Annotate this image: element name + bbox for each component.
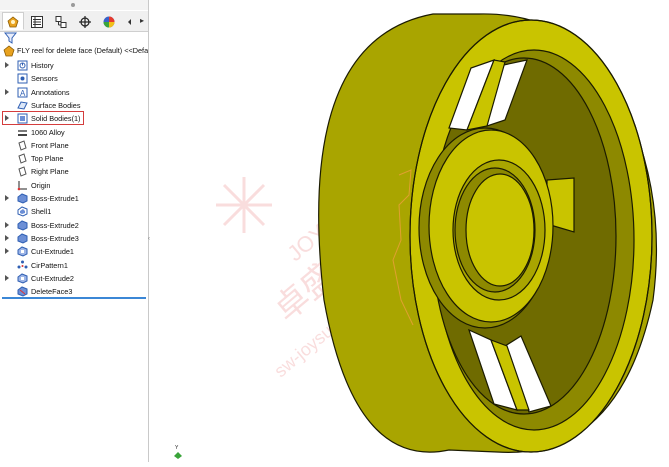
display-manager-icon [103, 16, 115, 28]
selection-highlight [2, 111, 84, 125]
cut-extrude-icon [17, 246, 28, 257]
featuremanager-icon [7, 16, 19, 28]
history-icon [17, 60, 28, 71]
tree-item-label: Cut-Extrude2 [31, 273, 74, 283]
tree-item-label: Boss-Extrude3 [31, 233, 79, 243]
coordinate-triad: Y [172, 445, 184, 459]
chevron-left-icon [128, 19, 131, 25]
tree-item-label: DeleteFace3 [31, 287, 73, 297]
tree-item-annotations[interactable]: A Annotations [0, 86, 148, 99]
tree-item-label: CirPattern1 [31, 260, 68, 270]
hub-boss-face [465, 173, 535, 287]
tree-item-right-plane[interactable]: Right Plane [0, 165, 148, 178]
annotations-icon: A [17, 87, 28, 98]
tree-item-boss-extrude1[interactable]: Boss-Extrude1 [0, 192, 148, 205]
tab-scroll-left[interactable] [122, 12, 136, 30]
svg-text:A: A [20, 89, 26, 98]
boss-extrude-icon [17, 220, 28, 231]
wheel-model [318, 13, 657, 453]
tree-item-origin[interactable]: Origin [0, 179, 148, 192]
filter-icon[interactable] [4, 32, 18, 44]
tree-item-label: Right Plane [31, 167, 69, 177]
tree-item-label: Origin [31, 180, 51, 190]
root-label: FLY reel for delete face (Default) <<Def… [17, 46, 149, 55]
tree-item-label: Top Plane [31, 154, 64, 164]
tree-item-cirpattern1[interactable]: CirPattern1 [0, 259, 148, 272]
manager-tabs [0, 11, 148, 32]
tree-item-cut-extrude2[interactable]: Cut-Extrude2 [0, 272, 148, 285]
tab-scroll-right[interactable]: ▸ [137, 13, 147, 29]
rollback-bar[interactable] [2, 297, 146, 299]
tree-item-label: History [31, 61, 54, 70]
tree-item-label: 1060 Alloy [31, 127, 65, 137]
dimxpert-icon [79, 16, 91, 28]
sensors-icon [17, 73, 28, 84]
tree-item-front-plane[interactable]: Front Plane [0, 139, 148, 152]
expand-arrow-icon[interactable] [5, 88, 9, 95]
tree-item-label: Sensors [31, 74, 58, 84]
expand-arrow-icon[interactable] [5, 195, 9, 201]
circular-pattern-icon [17, 260, 28, 268]
panel-grip[interactable] [0, 0, 148, 10]
grip-dot [71, 3, 75, 7]
tree-item-boss-extrude3[interactable]: Boss-Extrude3 [0, 232, 148, 245]
tree-item-top-plane[interactable]: Top Plane [0, 152, 148, 165]
expand-arrow-icon[interactable] [5, 274, 9, 281]
tree-item-label: Shell1 [31, 207, 52, 217]
expand-arrow-icon[interactable] [5, 62, 9, 68]
expand-arrow-icon[interactable] [5, 248, 9, 255]
shell-icon [17, 206, 28, 217]
propertymanager-icon [31, 16, 43, 28]
tab-configurationmanager[interactable] [50, 12, 72, 30]
tree-item-history[interactable]: History [0, 59, 148, 72]
boss-extrude-icon [17, 193, 28, 204]
tree-item-1060-alloy[interactable]: 1060 Alloy [0, 126, 148, 139]
featuremanager-panel: ▸ FLY reel for delete face (Default) <<D… [0, 0, 149, 462]
configurationmanager-icon [55, 16, 67, 28]
delete-face-icon [17, 286, 28, 297]
expand-arrow-icon[interactable] [5, 234, 9, 241]
tree-item-surface-bodies[interactable]: Surface Bodies [0, 99, 148, 112]
surface-bodies-icon [17, 101, 28, 110]
boss-extrude-icon [17, 233, 28, 244]
tab-propertymanager[interactable] [26, 12, 48, 30]
graphics-area[interactable]: JOYSUNSOFT 卓盛信息 sw-joysunsoft [149, 0, 669, 462]
tab-display-manager[interactable] [98, 12, 120, 30]
model-view: JOYSUNSOFT 卓盛信息 sw-joysunsoft [216, 13, 657, 453]
plane-icon [18, 153, 27, 164]
tree-item-label: Boss-Extrude2 [31, 220, 79, 230]
tree-item-label: Annotations [31, 87, 70, 97]
expand-arrow-icon[interactable] [5, 221, 9, 228]
triad-icon [174, 452, 182, 459]
tree-item-label: Cut-Extrude1 [31, 247, 74, 257]
tree-item-shell1[interactable]: Shell1 [0, 205, 148, 218]
origin-icon [17, 180, 27, 190]
plane-icon [18, 166, 27, 178]
tree-item-cut-extrude1[interactable]: Cut-Extrude1 [0, 245, 148, 258]
tree-item-label: Boss-Extrude1 [31, 194, 79, 203]
part-icon [3, 45, 15, 57]
tree-item-label: Surface Bodies [31, 100, 81, 110]
tab-featuremanager[interactable] [2, 12, 24, 30]
tree-item-sensors[interactable]: Sensors [0, 72, 148, 85]
tree-item-boss-extrude2[interactable]: Boss-Extrude2 [0, 219, 148, 232]
tree-item-label: Front Plane [31, 140, 69, 150]
plane-icon [18, 140, 27, 151]
material-icon [18, 129, 27, 136]
cut-extrude-icon [17, 273, 28, 284]
tab-dimxpert[interactable] [74, 12, 96, 30]
